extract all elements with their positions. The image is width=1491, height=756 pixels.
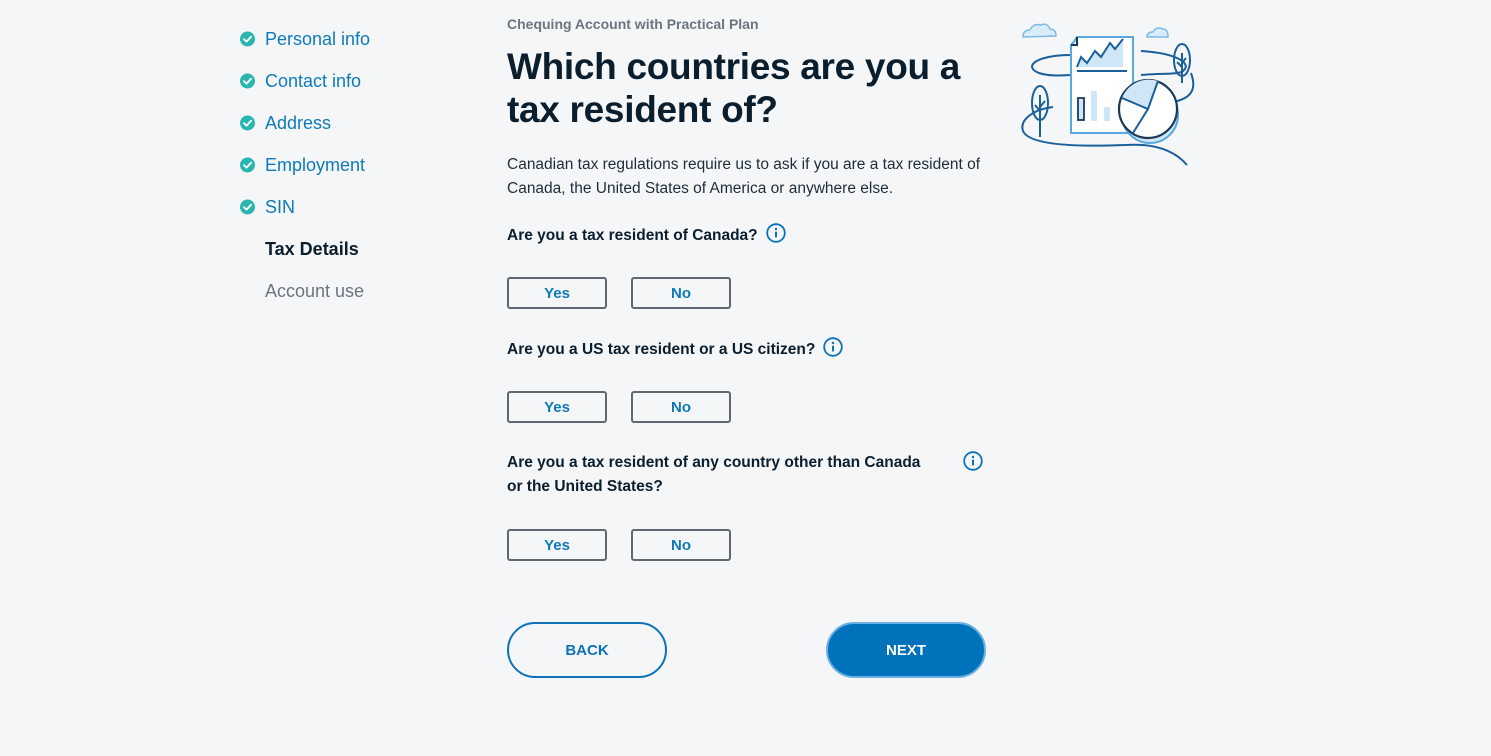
pie-chart-icon [1117,78,1179,144]
question-canada: Are you a tax resident of Canada? Yes No [507,223,987,309]
us-no-button[interactable]: No [631,391,731,423]
step-tax-details: Tax Details [238,228,370,270]
step-label: Employment [265,154,366,175]
question-label: Are you a tax resident of Canada? [507,227,758,244]
step-address[interactable]: Address [238,102,370,144]
check-circle-icon [240,31,255,47]
step-label: Address [265,112,332,133]
step-label: Contact info [265,70,362,91]
other-no-button[interactable]: No [631,529,731,561]
check-circle-icon [240,199,255,215]
check-circle-icon [240,115,255,131]
question-other-country: Are you a tax resident of any country ot… [507,451,987,561]
step-contact-info[interactable]: Contact info [238,60,370,102]
question-us: Are you a US tax resident or a US citize… [507,337,987,423]
canada-yes-button[interactable]: Yes [507,277,607,309]
page-description: Canadian tax regulations require us to a… [507,156,981,197]
canada-no-button[interactable]: No [631,277,731,309]
step-personal-info[interactable]: Personal info [238,18,370,60]
check-circle-icon [240,157,255,173]
product-name: Chequing Account with Practical Plan [507,16,759,32]
progress-sidebar: Personal info Contact info Address Emplo… [238,18,370,312]
cloud-icon [1022,23,1057,38]
info-icon[interactable] [963,451,983,471]
us-yes-button[interactable]: Yes [507,391,607,423]
step-label: Account use [265,280,365,301]
step-account-use: Account use [238,270,370,312]
step-employment[interactable]: Employment [238,144,370,186]
next-button[interactable]: NEXT [826,622,986,678]
info-icon[interactable] [823,337,844,357]
question-label: Are you a US tax resident or a US citize… [507,341,816,358]
step-sin[interactable]: SIN [238,186,370,228]
tree-icon [1173,43,1191,83]
step-label: Tax Details [265,238,359,259]
tax-document-illustration [1021,23,1195,166]
step-label: Personal info [265,28,371,49]
info-icon[interactable] [765,223,786,243]
step-label: SIN [265,196,296,217]
page-title: Which countries are you a tax resident o… [507,46,961,130]
check-circle-icon [240,73,255,89]
other-yes-button[interactable]: Yes [507,529,607,561]
cloud-icon [1146,27,1169,38]
question-label: Are you a tax resident of any country ot… [507,454,921,495]
back-button[interactable]: BACK [507,622,667,678]
main-content: Chequing Account with Practical Plan Whi… [507,15,987,201]
